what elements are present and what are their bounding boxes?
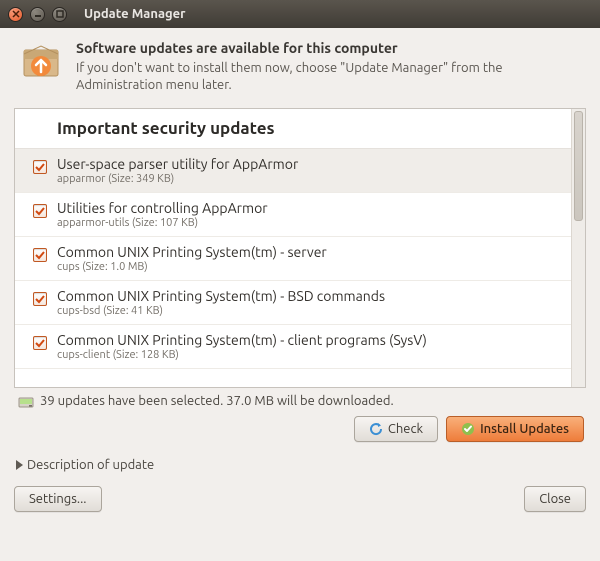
update-checkbox[interactable]	[33, 204, 47, 218]
disk-icon	[18, 394, 34, 408]
update-title: Utilities for controlling AppArmor	[57, 200, 563, 216]
update-sub: cups-bsd (Size: 41 KB)	[57, 305, 563, 317]
update-sub: apparmor (Size: 349 KB)	[57, 173, 563, 185]
update-title: Common UNIX Printing System(tm) - BSD co…	[57, 288, 563, 304]
window-close-button[interactable]	[8, 7, 23, 22]
action-row: Check Install Updates	[0, 412, 600, 452]
update-title: Common UNIX Printing System(tm) - server	[57, 244, 563, 260]
window-minimize-button[interactable]	[30, 7, 45, 22]
close-label: Close	[539, 492, 571, 506]
titlebar: Update Manager	[0, 0, 600, 28]
bottom-row: Settings... Close	[0, 486, 600, 526]
update-checkbox[interactable]	[33, 248, 47, 262]
header-subtitle: If you don't want to install them now, c…	[76, 60, 580, 94]
install-label: Install Updates	[480, 422, 569, 436]
package-update-icon	[20, 40, 62, 82]
status-text: 39 updates have been selected. 37.0 MB w…	[40, 394, 394, 408]
update-list: Important security updates User-space pa…	[14, 108, 586, 388]
window-maximize-button[interactable]	[52, 7, 67, 22]
description-label: Description of update	[27, 458, 154, 472]
update-row[interactable]: Utilities for controlling AppArmor appar…	[15, 193, 571, 237]
check-button[interactable]: Check	[354, 416, 438, 442]
update-row[interactable]: Common UNIX Printing System(tm) - BSD co…	[15, 281, 571, 325]
apply-icon	[461, 422, 475, 436]
install-updates-button[interactable]: Install Updates	[446, 416, 584, 442]
scrollbar[interactable]	[571, 109, 585, 387]
section-header: Important security updates	[15, 109, 571, 149]
update-sub: cups (Size: 1.0 MB)	[57, 261, 563, 273]
close-button[interactable]: Close	[524, 486, 586, 512]
update-row[interactable]: Common UNIX Printing System(tm) - server…	[15, 237, 571, 281]
update-title: Common UNIX Printing System(tm) - client…	[57, 332, 563, 348]
status-row: 39 updates have been selected. 37.0 MB w…	[0, 392, 600, 412]
update-checkbox[interactable]	[33, 336, 47, 350]
window-title: Update Manager	[84, 7, 186, 21]
settings-button[interactable]: Settings...	[14, 486, 102, 512]
header: Software updates are available for this …	[0, 28, 600, 104]
check-label: Check	[388, 422, 423, 436]
update-checkbox[interactable]	[33, 160, 47, 174]
update-row[interactable]: User-space parser utility for AppArmor a…	[15, 149, 571, 193]
update-sub: cups-client (Size: 128 KB)	[57, 349, 563, 361]
settings-label: Settings...	[29, 492, 87, 506]
header-title: Software updates are available for this …	[76, 40, 580, 56]
refresh-icon	[369, 422, 383, 436]
expander-triangle-icon	[16, 460, 23, 470]
update-checkbox[interactable]	[33, 292, 47, 306]
description-expander[interactable]: Description of update	[0, 452, 600, 486]
update-sub: apparmor-utils (Size: 107 KB)	[57, 217, 563, 229]
update-title: User-space parser utility for AppArmor	[57, 156, 563, 172]
update-row[interactable]: Common UNIX Printing System(tm) - client…	[15, 325, 571, 369]
scroll-thumb[interactable]	[574, 111, 583, 221]
